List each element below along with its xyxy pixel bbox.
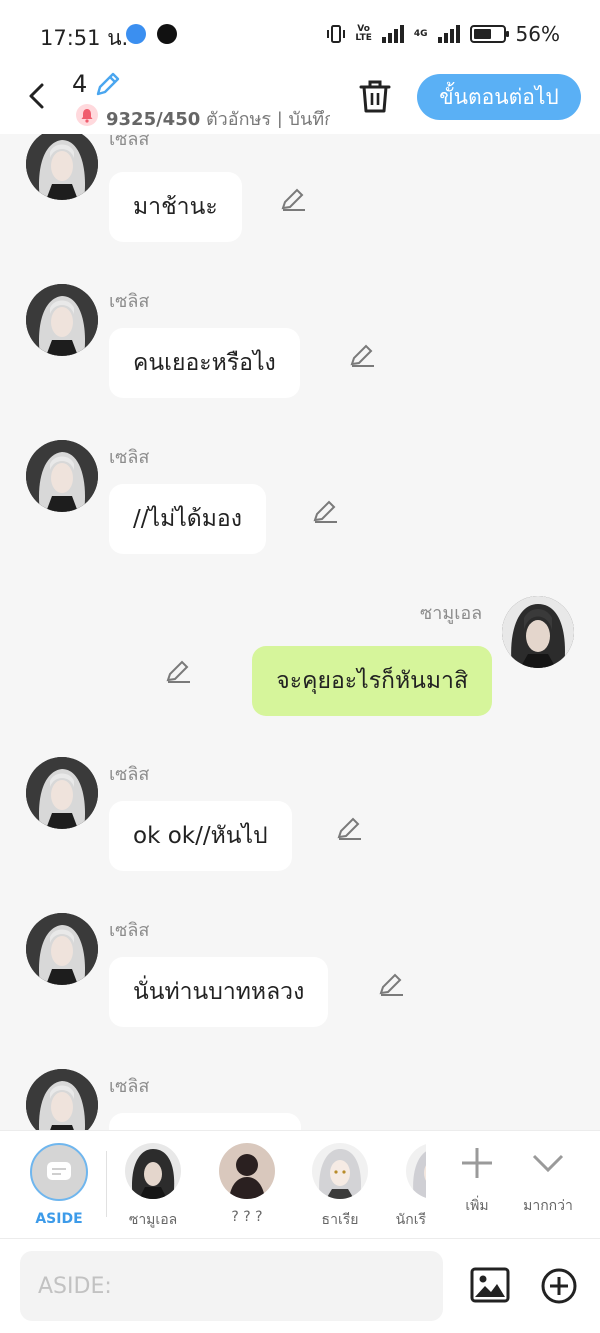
edit-message-icon[interactable] — [312, 496, 340, 524]
character-label: นักเรี — [395, 1212, 426, 1228]
edit-message-icon[interactable] — [349, 340, 377, 368]
speaker-name: ซามูเอล — [420, 603, 483, 624]
avatar — [219, 1143, 275, 1199]
chat-area[interactable]: เซลิส มาช้านะ เซลิส คนเยอะหรือไง เซลิส /… — [0, 134, 600, 1130]
speaker-name: เซลิส — [109, 764, 150, 785]
avatar[interactable] — [26, 284, 98, 356]
avatar[interactable] — [26, 757, 98, 829]
avatar[interactable] — [502, 596, 574, 668]
character-tharia[interactable]: ธาเรีย — [305, 1143, 375, 1231]
message-bubble[interactable]: มาช้านะ — [109, 172, 242, 242]
next-step-button[interactable]: ขั้นตอนต่อไป — [417, 74, 581, 120]
avatar — [312, 1143, 368, 1199]
edit-message-icon[interactable] — [165, 656, 193, 684]
status-time: 17:51 น. — [40, 26, 129, 50]
trash-icon[interactable] — [358, 78, 392, 114]
message-bubble[interactable]: คนเยอะหรือไง — [109, 328, 300, 398]
character-label: ASIDE — [35, 1211, 83, 1227]
character-selector: ASIDE ซามูเอล ? ? ? ธาเรีย นักเรี เพิ่ม … — [0, 1130, 600, 1238]
status-indicators: Vo LTE 4G 56% — [327, 22, 560, 46]
aside-icon — [30, 1143, 88, 1201]
avatar[interactable] — [26, 1069, 98, 1130]
bell-icon — [76, 104, 98, 126]
avatar[interactable] — [26, 134, 98, 200]
volte-icon: Vo LTE — [355, 24, 372, 43]
character-count-value: 9325/450 — [106, 109, 201, 128]
character-label: ? ? ? — [231, 1209, 263, 1225]
more-label: มากกว่า — [523, 1198, 573, 1214]
battery-percent: 56% — [515, 22, 560, 46]
speaker-name: เซลิส — [109, 134, 150, 150]
avatar[interactable] — [26, 913, 98, 985]
line-app-icon — [157, 24, 177, 44]
avatar — [125, 1143, 181, 1199]
signal-icon-2 — [437, 25, 460, 43]
add-character-button[interactable]: เพิ่ม — [442, 1143, 512, 1217]
speaker-name: เซลิส — [109, 1076, 150, 1097]
character-samuel[interactable]: ซามูเอล — [118, 1143, 188, 1231]
edit-message-icon[interactable] — [378, 969, 406, 997]
plus-icon — [462, 1148, 492, 1178]
message-bubble[interactable]: นั่นท่านบาทหลวง — [109, 957, 329, 1027]
character-label: ธาเรีย — [321, 1212, 359, 1228]
battery-icon — [469, 25, 509, 43]
edit-message-icon[interactable] — [280, 184, 308, 212]
episode-number: 4 — [72, 70, 88, 98]
chevron-down-icon — [532, 1154, 564, 1173]
character-label: ซามูเอล — [128, 1212, 178, 1228]
message-bubble[interactable] — [109, 1113, 301, 1130]
vibrate-icon — [327, 25, 346, 43]
status-bar: 17:51 น. Vo LTE 4G 56% — [0, 0, 600, 66]
avatar[interactable] — [26, 440, 98, 512]
speaker-name: เซลิส — [109, 447, 150, 468]
chat-editor-screen: 17:51 น. Vo LTE 4G 56% 4 9325/450 ตัวอัก… — [0, 0, 600, 1333]
avatar — [406, 1143, 426, 1199]
character-student[interactable]: นักเรี — [390, 1143, 426, 1231]
message-input[interactable] — [20, 1251, 443, 1321]
character-aside[interactable]: ASIDE — [24, 1143, 94, 1227]
message-bubble[interactable]: ok ok//หันไป — [109, 801, 292, 871]
message-bubble-own[interactable]: จะคุยอะไรก็หันมาสิ — [252, 646, 492, 716]
divider — [106, 1151, 107, 1217]
edit-message-icon[interactable] — [336, 813, 364, 841]
speaker-name: เซลิส — [109, 920, 150, 941]
plus-circle-icon[interactable] — [540, 1267, 578, 1305]
message-bubble[interactable]: //ไม่ได้มอง — [109, 484, 266, 554]
character-count-suffix: ตัวอักษร | บันทึก — [205, 109, 330, 128]
back-icon[interactable] — [22, 80, 54, 112]
more-button[interactable]: มากกว่า — [513, 1143, 583, 1217]
network-type-icon: 4G — [413, 28, 428, 39]
signal-icon — [381, 25, 404, 43]
app-notification-icon — [126, 24, 146, 44]
character-unknown[interactable]: ? ? ? — [212, 1143, 282, 1225]
add-label: เพิ่ม — [465, 1198, 489, 1214]
battery-fill — [473, 29, 491, 39]
image-icon[interactable] — [470, 1267, 510, 1303]
composer-bar — [0, 1238, 600, 1333]
pencil-icon[interactable] — [94, 70, 122, 98]
editor-header: 4 9325/450 ตัวอักษร | บันทึก ขั้นตอนต่อไ… — [0, 66, 600, 134]
speaker-name: เซลิส — [109, 291, 150, 312]
character-count: 9325/450 ตัวอักษร | บันทึก — [106, 104, 330, 128]
